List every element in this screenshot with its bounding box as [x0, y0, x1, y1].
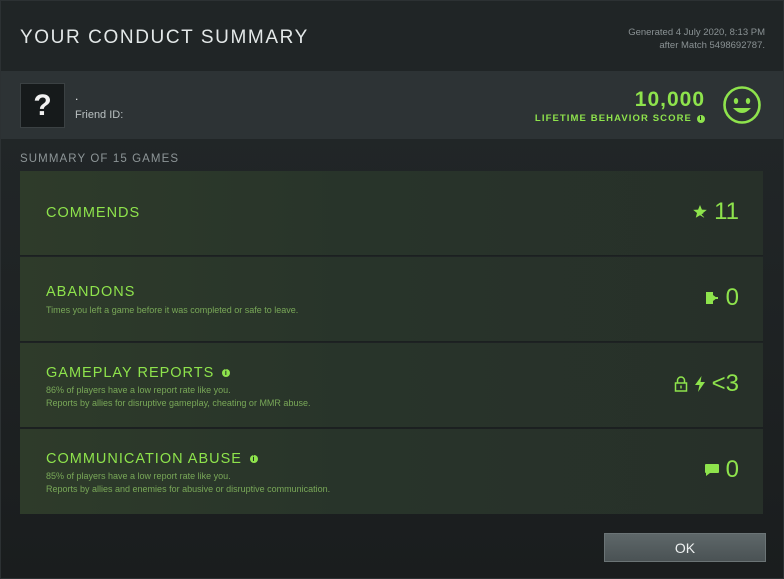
- conduct-summary-dialog: YOUR CONDUCT SUMMARY Generated 4 July 20…: [0, 0, 784, 579]
- communication-abuse-detail: Reports by allies and enemies for abusiv…: [46, 484, 331, 494]
- abandons-title: ABANDONS: [46, 284, 136, 300]
- gameplay-reports-description: 86% of players have a low report rate li…: [46, 384, 310, 410]
- lock-icon: [674, 376, 687, 392]
- commends-title: COMMENDS: [46, 205, 141, 221]
- commends-row: COMMENDS 11: [20, 171, 763, 256]
- exit-door-icon: [705, 292, 718, 304]
- friend-id-label: Friend ID:: [75, 109, 124, 121]
- gameplay-reports-title-row: GAMEPLAY REPORTS i: [46, 365, 231, 381]
- dialog-header: YOUR CONDUCT SUMMARY Generated 4 July 20…: [1, 1, 783, 71]
- behavior-score-label: LIFETIME BEHAVIOR SCORE: [534, 113, 692, 124]
- abandons-description: Times you left a game before it was comp…: [46, 304, 298, 317]
- gameplay-reports-title: GAMEPLAY REPORTS: [46, 365, 215, 381]
- abandons-value-group: 0: [704, 284, 739, 312]
- info-icon[interactable]: i: [222, 369, 231, 377]
- info-icon[interactable]: i: [697, 114, 705, 123]
- communication-abuse-description: 85% of players have a low report rate li…: [46, 470, 330, 496]
- gameplay-reports-rate: 86% of players have a low report rate li…: [46, 385, 231, 395]
- communication-abuse-title: COMMUNICATION ABUSE: [46, 451, 242, 467]
- player-name: .: [75, 89, 79, 103]
- communication-abuse-value-group: 0: [704, 456, 739, 484]
- avatar[interactable]: ?: [20, 83, 65, 128]
- gameplay-reports-detail: Reports by allies for disruptive gamepla…: [46, 398, 311, 408]
- commends-value-group: 11: [692, 198, 739, 226]
- profile-bar: ? . Friend ID: 10,000 LIFETIME BEHAVIOR …: [1, 71, 783, 139]
- communication-abuse-rate: 85% of players have a low report rate li…: [46, 471, 231, 481]
- ok-button[interactable]: OK: [604, 533, 766, 562]
- generated-match: after Match 5498692787.: [659, 40, 765, 51]
- abandons-count: 0: [725, 284, 739, 311]
- generated-date: Generated 4 July 2020, 8:13 PM: [628, 27, 765, 38]
- generated-info: Generated 4 July 2020, 8:13 PM after Mat…: [505, 26, 765, 52]
- communication-abuse-title-row: COMMUNICATION ABUSE i: [46, 451, 258, 467]
- behavior-score-label-row: LIFETIME BEHAVIOR SCORE i: [535, 113, 705, 124]
- dialog-title: YOUR CONDUCT SUMMARY: [20, 27, 309, 48]
- conduct-list: COMMENDS 11 ABANDONS Times you left a ga…: [20, 171, 763, 514]
- chat-bubble-icon: [704, 464, 719, 476]
- lightning-icon: [694, 376, 705, 392]
- info-icon[interactable]: i: [249, 455, 258, 463]
- communication-abuse-row: COMMUNICATION ABUSE i 85% of players hav…: [20, 429, 763, 514]
- smiley-face-icon: [723, 86, 761, 124]
- gameplay-reports-value-group: <3: [674, 370, 739, 398]
- summary-heading: SUMMARY OF 15 GAMES: [20, 153, 180, 165]
- abandons-description-line: Times you left a game before it was comp…: [46, 305, 299, 315]
- abandons-row: ABANDONS Times you left a game before it…: [20, 257, 763, 342]
- behavior-score-value: 10,000: [634, 88, 705, 111]
- commends-count: 11: [714, 198, 739, 225]
- star-commend-icon: [693, 205, 707, 219]
- gameplay-reports-row: GAMEPLAY REPORTS i 86% of players have a…: [20, 343, 763, 428]
- gameplay-reports-count: <3: [711, 370, 739, 397]
- communication-abuse-count: 0: [725, 456, 739, 483]
